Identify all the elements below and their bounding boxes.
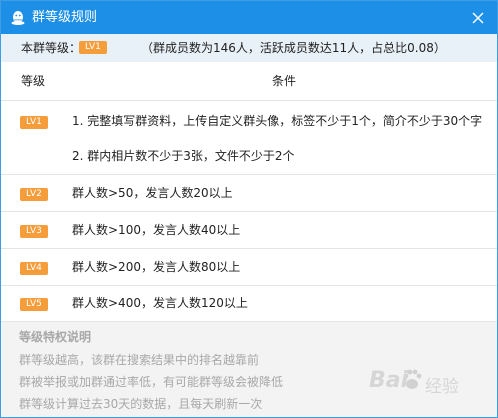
condition-text: 群人数>400，发言人数120以上 [72, 296, 248, 310]
level-badge: LV3 [20, 225, 48, 238]
privilege-text: 群等级越高，该群在搜索结果中的排名越靠前 [19, 353, 260, 367]
level-badge: LV2 [20, 188, 48, 201]
condition-text: 群人数>100，发言人数40以上 [72, 223, 241, 237]
privileges-title: 等级特权说明 [19, 330, 92, 344]
level-row-lv2: LV2 群人数>50，发言人数20以上 [1, 175, 497, 212]
baidu-jingyan-watermark: Bai 经验 [365, 364, 483, 398]
window-title: 群等级规则 [32, 10, 98, 25]
rules-table-header: 等级 条件 [1, 62, 497, 101]
condition-text: 2. 群内相片数不少于3张，文件不少于2个 [72, 149, 295, 163]
member-stats-text: （群成员数为146人，活跃成员数达11人，占总比0.08） [141, 41, 446, 55]
privilege-text: 群等级计算过去30天的数据，且每天刷新一次 [19, 397, 263, 411]
current-level-badge: LV1 [79, 41, 107, 54]
close-icon[interactable] [471, 11, 485, 25]
current-level-label: 本群等级： [21, 41, 82, 55]
level-badge: LV5 [20, 298, 48, 311]
level-row-lv5: LV5 群人数>400，发言人数120以上 [1, 286, 497, 322]
privilege-text: 群被举报或加群通过率低，有可能群等级会被降低 [19, 375, 284, 389]
level-badge: LV1 [20, 116, 48, 129]
condition-column-header: 条件 [272, 74, 297, 88]
level-row-lv4: LV4 群人数>200，发言人数80以上 [1, 249, 497, 286]
condition-text: 群人数>200，发言人数80以上 [72, 260, 241, 274]
level-column-header: 等级 [21, 74, 46, 88]
qq-penguin-icon [11, 11, 25, 25]
condition-text: 1. 完整填写群资料，上传自定义群头像，标签不少于1个，简介不少于30个字 [72, 114, 483, 128]
level-row-lv1: LV1 1. 完整填写群资料，上传自定义群头像，标签不少于1个，简介不少于30个… [1, 101, 497, 175]
title-bar[interactable]: 群等级规则 [1, 1, 497, 34]
watermark-text: Bai [369, 368, 409, 393]
condition-text: 群人数>50，发言人数20以上 [72, 186, 233, 200]
level-badge: LV4 [20, 262, 48, 275]
watermark-text: 经验 [425, 377, 459, 397]
level-row-lv3: LV3 群人数>100，发言人数40以上 [1, 212, 497, 249]
group-level-summary: 本群等级： LV1 （群成员数为146人，活跃成员数达11人，占总比0.08） [1, 34, 497, 62]
level-rules-window: 群等级规则 本群等级： LV1 （群成员数为146人，活跃成员数达11人，占总比… [0, 0, 498, 418]
